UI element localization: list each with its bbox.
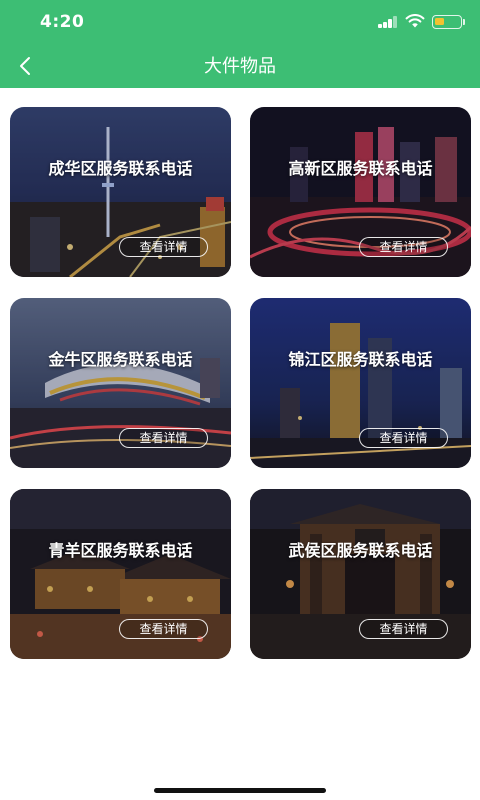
view-details-button[interactable]: 查看详情: [359, 428, 448, 448]
district-card-qingyang[interactable]: 青羊区服务联系电话 查看详情: [10, 489, 231, 659]
district-card-gaoxin[interactable]: 高新区服务联系电话 查看详情: [250, 107, 471, 277]
district-card-title: 武侯区服务联系电话: [288, 541, 433, 560]
home-indicator[interactable]: [154, 788, 326, 793]
view-details-button[interactable]: 查看详情: [119, 428, 208, 448]
district-card-jinjiang[interactable]: 锦江区服务联系电话 查看详情: [250, 298, 471, 468]
view-details-button[interactable]: 查看详情: [119, 619, 208, 639]
view-details-button[interactable]: 查看详情: [359, 237, 448, 257]
view-details-button[interactable]: 查看详情: [119, 237, 208, 257]
district-card-chenghua[interactable]: 成华区服务联系电话 查看详情: [10, 107, 231, 277]
district-card-title: 锦江区服务联系电话: [288, 350, 433, 369]
district-card-title: 高新区服务联系电话: [288, 159, 433, 178]
district-card-title: 青羊区服务联系电话: [48, 541, 193, 560]
district-card-title: 成华区服务联系电话: [48, 159, 193, 178]
view-details-button[interactable]: 查看详情: [359, 619, 448, 639]
district-card-wuhou[interactable]: 武侯区服务联系电话 查看详情: [250, 489, 471, 659]
district-card-title: 金牛区服务联系电话: [48, 350, 193, 369]
district-grid: 成华区服务联系电话 查看详情 高新区服务联系电话 查看详情 金牛区服务联系电话 …: [0, 0, 480, 800]
district-card-jinniu[interactable]: 金牛区服务联系电话 查看详情: [10, 298, 231, 468]
